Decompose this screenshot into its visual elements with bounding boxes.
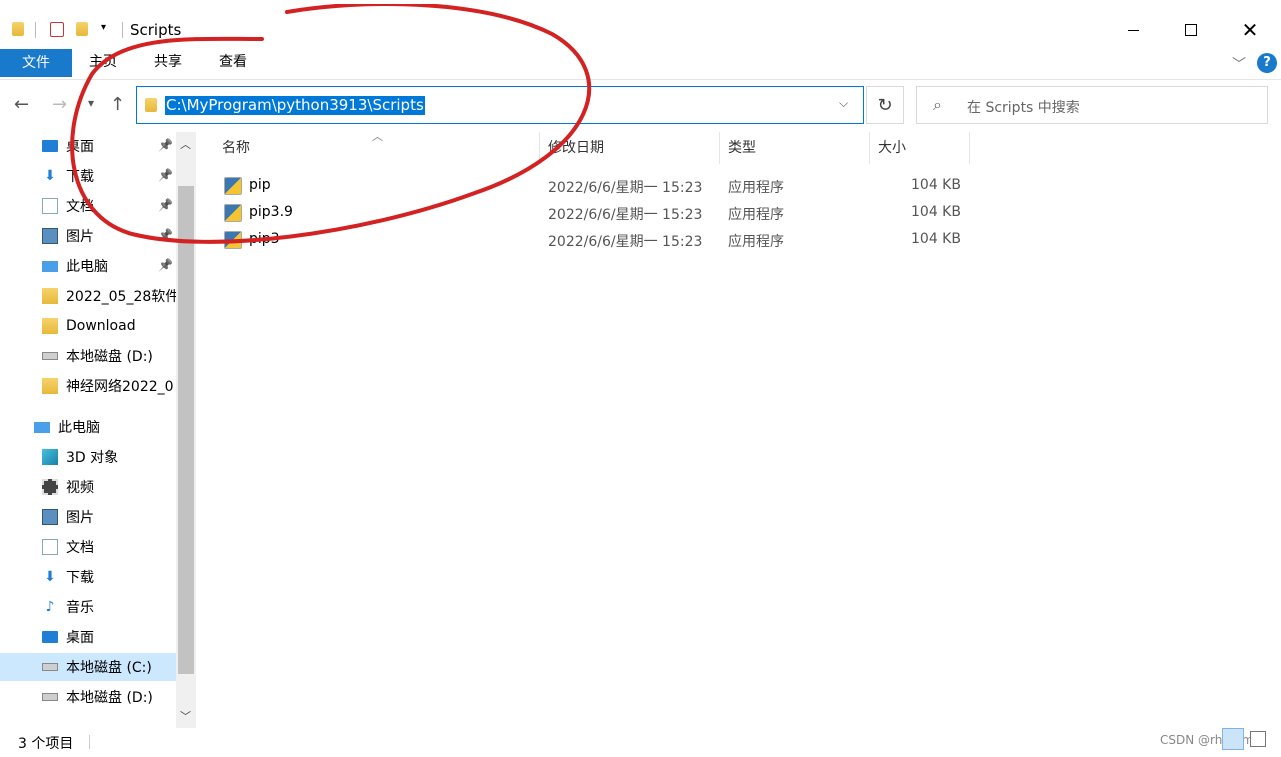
file-type: 应用程序	[728, 234, 784, 250]
video-icon	[42, 479, 58, 495]
pictures-icon	[42, 509, 58, 525]
column-header-size[interactable]: 大小	[870, 132, 970, 164]
document-icon	[42, 539, 58, 555]
sidebar-item-pc-7[interactable]: 本地磁盘 (C:)	[0, 653, 176, 681]
minimize-button[interactable]	[1110, 12, 1156, 48]
sidebar-item-label: 文档	[66, 540, 94, 556]
sidebar-item-label: 下载	[66, 570, 94, 586]
back-arrow-icon[interactable]: ←	[14, 94, 29, 115]
expand-ribbon-icon[interactable]: ﹀	[1232, 54, 1246, 74]
file-type: 应用程序	[728, 207, 784, 223]
sidebar-item-label: 此电脑	[58, 420, 100, 436]
sidebar-item-label: Download	[66, 318, 136, 334]
divider	[89, 735, 90, 749]
search-box[interactable]: ⌕ 在 Scripts 中搜索	[916, 86, 1268, 124]
sidebar-item-label: 桌面	[66, 630, 94, 646]
sidebar-item-qa-4[interactable]: 此电脑	[0, 252, 176, 280]
maximize-icon	[1185, 24, 1197, 36]
file-type: 应用程序	[728, 180, 784, 196]
download-icon: ⬇	[44, 569, 56, 585]
sidebar-scroll-thumb[interactable]	[178, 186, 194, 674]
annotation-ellipse	[70, 4, 592, 244]
document-icon	[42, 198, 58, 214]
sidebar-item-pc-0[interactable]: 3D 对象	[0, 443, 176, 471]
sidebar-item-qa-8[interactable]: 神经网络2022_0	[0, 372, 176, 400]
sidebar-item-label: 视频	[66, 480, 94, 496]
desktop-icon	[42, 631, 58, 643]
scroll-down-icon[interactable]: ﹀	[180, 708, 191, 724]
details-view-icon[interactable]	[1222, 728, 1244, 750]
sidebar-item-label: 本地磁盘 (C:)	[66, 660, 152, 676]
folder-icon	[12, 22, 24, 36]
folder-icon	[42, 378, 58, 394]
drive-icon	[42, 352, 58, 360]
pictures-icon	[42, 228, 58, 244]
sidebar-item-label: 本地磁盘 (D:)	[66, 690, 153, 706]
drive-icon	[42, 693, 58, 701]
drive-icon	[42, 663, 58, 671]
folder-icon	[42, 318, 58, 334]
item-count: 3 个项目	[18, 736, 74, 752]
music-icon: ♪	[45, 599, 55, 615]
maximize-button[interactable]	[1168, 12, 1214, 48]
sidebar-item-label: 音乐	[66, 600, 94, 616]
sidebar-item-pc-5[interactable]: ♪ 音乐	[0, 593, 176, 621]
help-icon[interactable]: ?	[1257, 53, 1277, 73]
3d-objects-icon	[42, 449, 58, 465]
column-header-type[interactable]: 类型	[720, 132, 870, 164]
refresh-button[interactable]: ↻	[866, 86, 904, 124]
sidebar-item-pc-3[interactable]: 文档	[0, 533, 176, 561]
download-icon: ⬇	[44, 168, 56, 184]
refresh-icon: ↻	[877, 94, 893, 116]
sidebar-item-qa-5[interactable]: 2022_05_28软件	[0, 282, 176, 310]
sidebar-item-label: 此电脑	[66, 259, 108, 275]
search-placeholder: 在 Scripts 中搜索	[967, 100, 1080, 116]
divider	[35, 22, 36, 38]
sidebar-item-label: 3D 对象	[66, 450, 119, 466]
file-size: 104 KB	[911, 204, 961, 220]
pin-icon[interactable]: 📌	[158, 258, 173, 272]
sidebar-item-label: 2022_05_28软件	[66, 289, 176, 305]
minimize-icon	[1127, 29, 1139, 31]
sidebar-item-qa-6[interactable]: Download	[0, 312, 176, 340]
sidebar-item-label: 本地磁盘 (D:)	[66, 349, 153, 365]
close-icon: ✕	[1241, 18, 1259, 42]
sidebar-item-pc-6[interactable]: 桌面	[0, 623, 176, 651]
computer-icon	[34, 421, 50, 433]
desktop-icon	[42, 140, 58, 152]
sidebar-item-pc-2[interactable]: 图片	[0, 503, 176, 531]
sidebar-item-qa-7[interactable]: 本地磁盘 (D:)	[0, 342, 176, 370]
folder-icon	[42, 288, 58, 304]
close-button[interactable]: ✕	[1227, 12, 1273, 48]
sidebar-item-pc-8[interactable]: 本地磁盘 (D:)	[0, 683, 176, 711]
file-size: 104 KB	[911, 177, 961, 193]
large-icons-view-icon[interactable]	[1250, 731, 1266, 747]
sidebar-item-pc-1[interactable]: 视频	[0, 473, 176, 501]
file-size: 104 KB	[911, 231, 961, 247]
sidebar-item-label: 神经网络2022_0	[66, 379, 174, 395]
sidebar-item-pc-4[interactable]: ⬇ 下载	[0, 563, 176, 591]
chevron-down-icon[interactable]: ⌵	[839, 96, 848, 111]
sidebar-item-label: 图片	[66, 510, 94, 526]
search-icon: ⌕	[933, 95, 942, 114]
sidebar-item-this-pc[interactable]: 此电脑	[0, 413, 176, 441]
computer-icon	[42, 260, 58, 272]
